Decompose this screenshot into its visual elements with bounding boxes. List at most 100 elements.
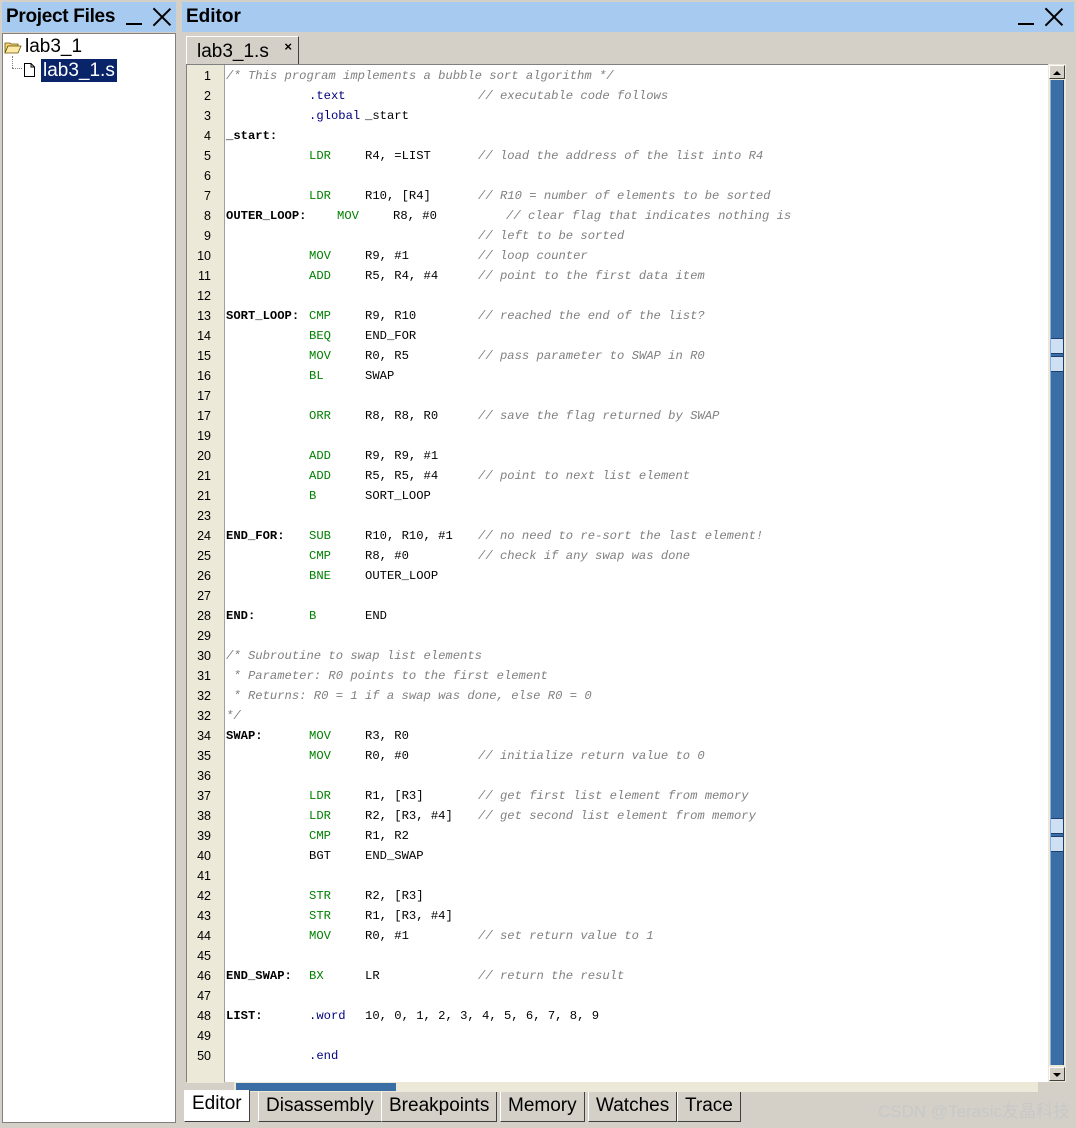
line-number: 46 xyxy=(197,969,211,983)
code-operands: LR xyxy=(365,969,380,983)
code-line: 4 _start: xyxy=(187,126,1049,146)
project-files-title: Project Files xyxy=(6,6,116,27)
line-number: 15 xyxy=(197,349,211,363)
code-instruction: LDR xyxy=(309,149,331,163)
code-operands: R4, =LIST xyxy=(365,149,431,163)
tab-lab3-1-s[interactable]: lab3_1.s × xyxy=(186,36,299,66)
close-icon[interactable] xyxy=(152,7,172,27)
code-instruction: BL xyxy=(309,369,324,383)
folder-open-icon xyxy=(4,41,22,54)
code-instruction: BGT xyxy=(309,849,331,863)
code-operands: R10, R10, #1 xyxy=(365,529,453,543)
watermark: CSDN @Terasic友晶科技 xyxy=(878,1102,1070,1121)
scroll-up-icon[interactable] xyxy=(1049,65,1065,79)
code-instruction: BEQ xyxy=(309,329,331,343)
tab-editor-label: Editor xyxy=(192,1093,242,1114)
code-instruction: LDR xyxy=(309,789,331,803)
code-operands: END xyxy=(365,609,387,623)
line-number: 20 xyxy=(197,449,211,463)
code-line: 41 xyxy=(187,866,1049,886)
line-number: 35 xyxy=(197,749,211,763)
code-instruction: CMP xyxy=(309,829,331,843)
code-line: 13 SORT_LOOP: CMP R9, R10 // reached the end… xyxy=(187,306,1049,326)
scroll-thumb-band xyxy=(1051,338,1063,354)
line-number: 48 xyxy=(197,1009,211,1023)
code-line: 11 ADD R5, R4, #4 // point to the first dat… xyxy=(187,266,1049,286)
scroll-thumb-band xyxy=(1051,836,1063,852)
line-number: 28 xyxy=(197,609,211,623)
code-operands: R2, [R3, #4] xyxy=(365,809,453,823)
code-line: 40 BGT END_SWAP xyxy=(187,846,1049,866)
code-line: 28 END: B END xyxy=(187,606,1049,626)
code-instruction: LDR xyxy=(309,809,331,823)
line-number: 10 xyxy=(197,249,211,263)
code-instruction: STR xyxy=(309,909,331,923)
code-line: 47 xyxy=(187,986,1049,1006)
file-icon xyxy=(24,63,35,77)
code-line: 26 BNE OUTER_LOOP xyxy=(187,566,1049,586)
line-number: 34 xyxy=(197,729,211,743)
tab-trace[interactable]: Trace xyxy=(677,1092,741,1122)
code-label: END_FOR: xyxy=(226,529,285,543)
code-comment: */ xyxy=(226,709,241,723)
line-number: 41 xyxy=(197,869,211,883)
code-label: _start: xyxy=(226,129,278,143)
line-number: 30 xyxy=(197,649,211,663)
tree-item-project[interactable]: lab3_1 xyxy=(4,35,82,59)
line-number: 12 xyxy=(197,289,211,303)
tab-trace-label: Trace xyxy=(685,1095,733,1116)
line-number: 49 xyxy=(197,1029,211,1043)
minimize-icon[interactable] xyxy=(1018,23,1034,25)
code-operands: 10, 0, 1, 2, 3, 4, 5, 6, 7, 8, 9 xyxy=(365,1009,600,1023)
code-instruction: .end xyxy=(309,1049,339,1063)
line-number: 2 xyxy=(204,89,211,103)
code-line: 49 xyxy=(187,1026,1049,1046)
code-line: 21 ADD R5, R5, #4 // point to next list ele… xyxy=(187,466,1049,486)
code-comment: // reached the end of the list? xyxy=(478,309,705,323)
tree-connector xyxy=(12,56,13,68)
tab-disassembly-label: Disassembly xyxy=(266,1095,374,1116)
code-line: 17 ORR R8, R8, R0 // save the flag returned… xyxy=(187,406,1049,426)
tree-item-file[interactable]: lab3_1.s xyxy=(24,58,117,82)
tab-editor[interactable]: Editor xyxy=(184,1090,250,1122)
line-number: 40 xyxy=(197,849,211,863)
tab-disassembly[interactable]: Disassembly xyxy=(258,1092,382,1122)
code-line: 20 ADD R9, R9, #1 xyxy=(187,446,1049,466)
scroll-down-icon[interactable] xyxy=(1049,1067,1065,1081)
code-operands: R1, [R3, #4] xyxy=(365,909,453,923)
code-operands: R5, R5, #4 xyxy=(365,469,439,483)
line-number: 47 xyxy=(197,989,211,1003)
code-comment: // executable code follows xyxy=(478,89,669,103)
code-operands: R8, #0 xyxy=(365,549,409,563)
line-number: 37 xyxy=(197,789,211,803)
code-line: 24 END_FOR: SUB R10, R10, #1 // no need to r… xyxy=(187,526,1049,546)
tree-item-project-label: lab3_1 xyxy=(25,36,83,57)
code-line: 44 MOV R0, #1 // set return value to 1 xyxy=(187,926,1049,946)
vertical-scrollbar[interactable] xyxy=(1048,64,1066,1082)
minimize-icon[interactable] xyxy=(126,23,142,25)
close-icon[interactable] xyxy=(1044,7,1064,27)
code-operands: R8, #0 xyxy=(393,209,437,223)
code-comment: // clear flag that indicates nothing is xyxy=(506,209,792,223)
tree-item-file-label: lab3_1.s xyxy=(41,58,117,82)
tab-watches[interactable]: Watches xyxy=(588,1092,678,1122)
code-line: 32 */ xyxy=(187,706,1049,726)
code-editor[interactable]: 1 /* This program implements a bubble sor… xyxy=(186,64,1049,1083)
code-line: 2 .text // executable code follows xyxy=(187,86,1049,106)
code-line: 34 SWAP: MOV R3, R0 xyxy=(187,726,1049,746)
tab-breakpoints[interactable]: Breakpoints xyxy=(381,1092,498,1122)
tab-memory[interactable]: Memory xyxy=(500,1092,585,1122)
code-lines: 1 /* This program implements a bubble sor… xyxy=(187,66,1049,1066)
code-line: 19 xyxy=(187,426,1049,446)
line-number: 32 xyxy=(197,709,211,723)
line-number: 42 xyxy=(197,889,211,903)
code-operands: R1, R2 xyxy=(365,829,409,843)
code-line: 45 xyxy=(187,946,1049,966)
tab-close-icon[interactable]: × xyxy=(284,39,292,54)
line-number: 9 xyxy=(204,229,211,243)
code-comment: // pass parameter to SWAP in R0 xyxy=(478,349,705,363)
line-number: 21 xyxy=(197,489,211,503)
line-number: 11 xyxy=(198,269,211,283)
code-operands: R0, #0 xyxy=(365,749,409,763)
vertical-scroll-thumb[interactable] xyxy=(1050,80,1064,1065)
